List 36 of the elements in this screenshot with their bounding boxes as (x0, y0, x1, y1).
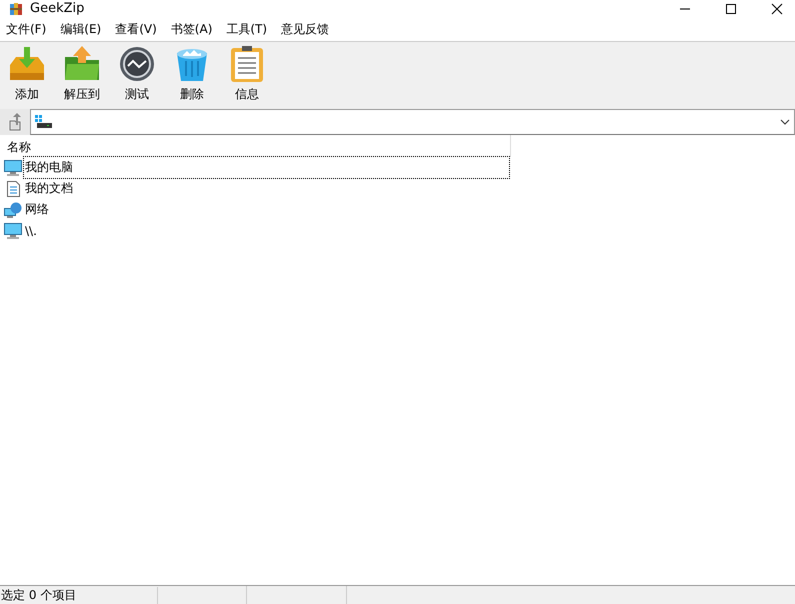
network-icon (4, 202, 22, 218)
inbox-arrow-icon (8, 45, 46, 83)
clipboard-icon (228, 45, 266, 83)
toolbar-button[interactable]: 测试 (118, 45, 156, 105)
gauge-icon (118, 45, 156, 83)
file-row[interactable]: 网络 (0, 199, 510, 220)
menu-item[interactable]: 文件(F) (6, 20, 46, 38)
menu-item[interactable]: 书签(A) (170, 20, 212, 38)
folder-arrow-icon (63, 45, 101, 83)
column-header[interactable]: 名称 (0, 135, 38, 157)
file-row[interactable]: \\. (0, 220, 510, 241)
menu-item[interactable]: 查看(V) (115, 20, 157, 38)
up-folder-button[interactable] (0, 109, 30, 135)
drive-icon (35, 115, 53, 129)
status-text: 选定 0 个项目 (0, 586, 158, 604)
file-row[interactable]: 我的文档 (0, 178, 510, 199)
maximize-icon[interactable] (725, 2, 737, 14)
menu-item[interactable]: 意见反馈 (281, 20, 330, 38)
file-name: 我的文档 (24, 180, 74, 197)
monitor-icon (4, 160, 22, 176)
monitor-icon (4, 222, 22, 238)
window-title: GeekZip (30, 1, 84, 16)
toolbar-button[interactable]: 解压到 (63, 45, 101, 105)
app-logo-icon (8, 0, 24, 16)
toolbar-button[interactable]: 添加 (8, 45, 46, 105)
file-name: \\. (24, 222, 38, 240)
toolbar-button[interactable]: 信息 (228, 45, 266, 105)
document-icon (4, 180, 22, 196)
folder-up-icon (7, 113, 23, 131)
close-icon[interactable] (771, 2, 783, 14)
menu-item[interactable]: 编辑(E) (60, 20, 102, 38)
toolbar-button[interactable]: 删除 (173, 45, 211, 105)
file-name: 网络 (24, 201, 50, 218)
chevron-down-icon[interactable] (780, 119, 790, 125)
path-combobox[interactable] (30, 109, 795, 135)
menu-item[interactable]: 工具(T) (226, 20, 268, 38)
